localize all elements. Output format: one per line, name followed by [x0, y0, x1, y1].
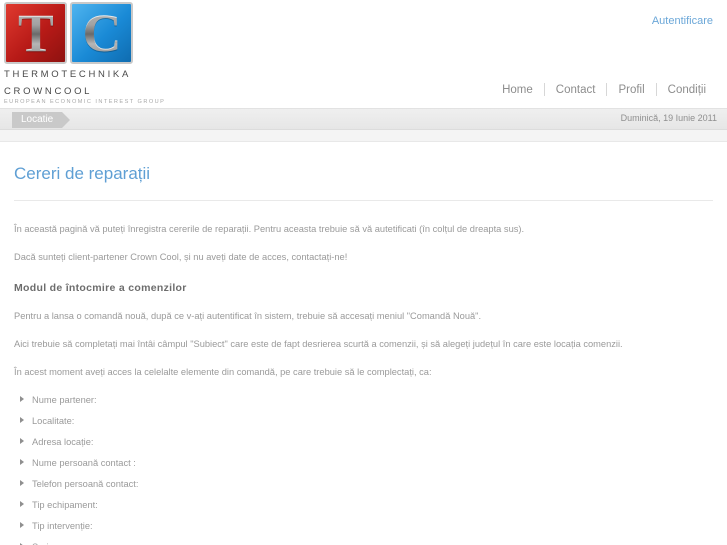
login-link[interactable]: Autentificare [652, 15, 713, 27]
page-title: Cereri de reparații [14, 164, 151, 183]
bullet-arrow-icon [20, 522, 24, 528]
breadcrumb-shadow-bar [0, 130, 727, 142]
main-content: Cereri de reparații În această pagină vă… [0, 142, 727, 545]
list-item: Adresa locație: [14, 436, 713, 457]
list-item-label: Telefon persoană contact: [32, 479, 139, 489]
intro-paragraph-2: Dacă sunteți client-partener Crown Cool,… [14, 252, 348, 262]
main-navigation: Home Contact Profil Condiții [491, 83, 717, 96]
list-item-label: Nume persoană contact : [32, 458, 136, 468]
logo-company-line1: THERMOTECHNIKA [4, 69, 131, 80]
bullet-arrow-icon [20, 417, 24, 423]
list-item-label: Tip intervenție: [32, 521, 93, 531]
nav-item-contact[interactable]: Contact [545, 84, 607, 96]
section-heading: Modul de întocmire a comenzilor [14, 282, 187, 294]
logo-tagline: EUROPEAN ECONOMIC INTEREST GROUP [4, 99, 166, 105]
breadcrumb-bar: Locatie Duminică, 19 Iunie 2011 [0, 108, 727, 130]
list-item-label: Tip echipament: [32, 500, 98, 510]
list-item-label: Nume partener: [32, 395, 97, 405]
list-item-label: Adresa locație: [32, 437, 94, 447]
site-header: T C THERMOTECHNIKA CROWNCOOL EUROPEAN EC… [0, 0, 727, 108]
order-fields-list: Nume partener: Localitate: Adresa locați… [14, 394, 713, 545]
bullet-arrow-icon [20, 396, 24, 402]
bullet-arrow-icon [20, 459, 24, 465]
logo-company-line2: CROWNCOOL [4, 86, 93, 97]
intro-paragraph-1: În această pagină vă puteți înregistra c… [14, 224, 525, 234]
nav-item-conditii[interactable]: Condiții [657, 84, 717, 96]
logo-tile-c-icon: C [70, 2, 133, 64]
site-logo[interactable]: T C THERMOTECHNIKA CROWNCOOL EUROPEAN EC… [4, 2, 166, 107]
body-paragraph-1: Pentru a lansa o comandă nouă, după ce v… [14, 311, 482, 321]
logo-letter-t: T [17, 3, 54, 63]
body-paragraph-2: Aici trebuie să completați mai întâi câm… [14, 339, 623, 349]
nav-item-profil[interactable]: Profil [607, 84, 655, 96]
list-item-label: Localitate: [32, 416, 75, 426]
logo-tiles: T C [4, 2, 136, 64]
list-item: Tip intervenție: [14, 520, 713, 541]
list-item: Seria: [14, 541, 713, 545]
current-date-label: Duminică, 19 Iunie 2011 [620, 113, 717, 123]
title-divider [14, 200, 713, 201]
breadcrumb-item-locatie[interactable]: Locatie [12, 112, 71, 128]
list-item: Telefon persoană contact: [14, 478, 713, 499]
bullet-arrow-icon [20, 480, 24, 486]
list-item: Nume persoană contact : [14, 457, 713, 478]
logo-tile-t-icon: T [4, 2, 67, 64]
body-paragraph-3: În acest moment aveți acces la celelalte… [14, 367, 432, 377]
list-item: Nume partener: [14, 394, 713, 415]
list-item: Localitate: [14, 415, 713, 436]
nav-item-home[interactable]: Home [491, 84, 544, 96]
logo-letter-c: C [82, 3, 122, 63]
bullet-arrow-icon [20, 501, 24, 507]
list-item: Tip echipament: [14, 499, 713, 520]
bullet-arrow-icon [20, 438, 24, 444]
